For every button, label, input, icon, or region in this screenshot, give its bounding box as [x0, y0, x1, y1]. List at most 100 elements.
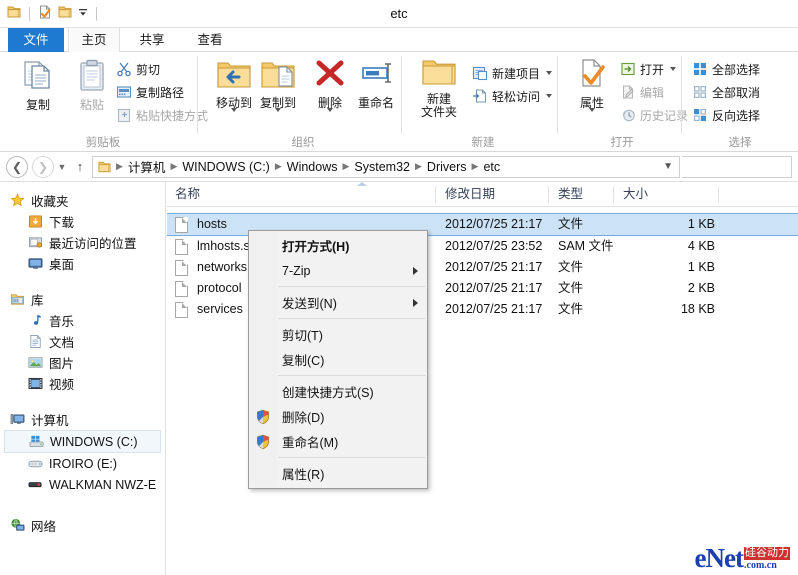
breadcrumb[interactable]: ▶ 计算机 ▶ WINDOWS (C:) ▶ Windows ▶ System3…: [92, 155, 680, 178]
ribbon-properties-button[interactable]: 属性: [566, 57, 618, 112]
back-button[interactable]: ❮: [6, 155, 28, 178]
breadcrumb-item-system32[interactable]: System32: [351, 160, 413, 174]
recent-places-icon: [28, 235, 43, 250]
search-input[interactable]: [682, 155, 792, 178]
column-separator[interactable]: [718, 186, 719, 203]
context-menu-item-create-shortcut[interactable]: 创建快捷方式(S): [249, 379, 427, 404]
chevron-down-icon[interactable]: [588, 108, 595, 112]
file-size: 1 KB: [687, 260, 715, 274]
column-header-type[interactable]: 类型: [558, 182, 583, 207]
ribbon-select-all-button[interactable]: 全部选择: [692, 58, 760, 80]
breadcrumb-item-windows[interactable]: Windows: [284, 160, 341, 174]
up-one-level-button[interactable]: ↑: [70, 159, 90, 174]
tab-share[interactable]: 共享: [124, 28, 180, 52]
forward-button[interactable]: ❯: [32, 155, 54, 178]
sidebar-item-recent-places[interactable]: 最近访问的位置: [0, 232, 165, 253]
recent-locations-dropdown-icon[interactable]: ▼: [54, 162, 70, 172]
customize-dropdown-icon[interactable]: [77, 5, 89, 22]
ribbon-group-organize-label: 组织: [291, 137, 315, 149]
breadcrumb-item-etc[interactable]: etc: [480, 160, 503, 174]
ribbon-copy-button[interactable]: 复制: [12, 57, 64, 112]
tab-view[interactable]: 查看: [184, 28, 236, 52]
ribbon-select-all-label: 全部选择: [712, 62, 761, 77]
ribbon-copy-path-label: 复制路径: [136, 85, 185, 100]
breadcrumb-item-windows-c[interactable]: WINDOWS (C:): [179, 160, 272, 174]
ribbon-new-folder-label-line1: 新建: [426, 92, 451, 106]
chevron-down-icon[interactable]: [326, 108, 333, 112]
file-type: 文件: [558, 302, 584, 316]
context-menu-item-label: 复制(C): [282, 354, 325, 368]
column-header-name[interactable]: 名称: [175, 182, 200, 207]
sidebar-item-music[interactable]: 音乐: [0, 310, 165, 331]
sidebar-item-label: 图片: [49, 357, 75, 371]
sidebar-item-favorites[interactable]: 收藏夹: [0, 190, 165, 211]
ribbon-new-item-button[interactable]: 新建项目: [472, 62, 553, 84]
ribbon-select-none-button[interactable]: 全部取消: [692, 81, 760, 103]
context-menu-item-7zip[interactable]: 7-Zip: [249, 258, 427, 283]
new-folder-icon[interactable]: [57, 4, 73, 23]
sidebar-item-documents[interactable]: 文档: [0, 331, 165, 352]
column-header-size[interactable]: 大小: [623, 182, 648, 207]
sidebar-item-libraries[interactable]: 库: [0, 289, 165, 310]
chevron-down-icon[interactable]: [230, 108, 237, 112]
breadcrumb-item-drivers[interactable]: Drivers: [424, 160, 470, 174]
qat-separator-2: [96, 6, 97, 21]
ribbon-invert-selection-button[interactable]: 反向选择: [692, 104, 760, 126]
ribbon-delete-button[interactable]: 删除: [304, 57, 356, 112]
folder-icon[interactable]: [6, 4, 22, 23]
ribbon-paste-shortcut-button[interactable]: 粘贴快捷方式: [116, 104, 208, 126]
ribbon-easy-access-button[interactable]: 轻松访问: [472, 85, 553, 107]
chevron-down-icon[interactable]: [546, 94, 553, 98]
ribbon-paste-button[interactable]: 粘贴: [66, 57, 118, 112]
ribbon-edit-button[interactable]: 编辑: [620, 81, 664, 103]
ribbon-new-folder-button[interactable]: 新建 文件夹: [412, 57, 466, 119]
ribbon-cut-button[interactable]: 剪切: [116, 58, 160, 80]
column-separator[interactable]: [613, 186, 614, 203]
ribbon-copy-path-button[interactable]: 复制路径: [116, 81, 184, 103]
sidebar-item-label: 库: [31, 294, 44, 308]
sidebar-item-pictures[interactable]: 图片: [0, 352, 165, 373]
column-separator[interactable]: [435, 186, 436, 203]
sidebar-item-windows-c[interactable]: WINDOWS (C:): [4, 430, 161, 453]
sidebar-item-iroiro-e[interactable]: IROIRO (E:): [0, 453, 165, 474]
sidebar-item-videos[interactable]: 视频: [0, 373, 165, 394]
select-all-icon: [694, 63, 706, 75]
context-menu-item-cut[interactable]: 剪切(T): [249, 322, 427, 347]
context-menu-item-properties[interactable]: 属性(R): [249, 461, 427, 486]
ribbon-copy-to-button[interactable]: 复制到: [252, 57, 304, 112]
context-menu-item-send-to[interactable]: 发送到(N): [249, 290, 427, 315]
watermark-cn-bottom: .com.cn: [744, 560, 777, 571]
ribbon-rename-button[interactable]: 重命名: [350, 57, 402, 110]
chevron-down-icon[interactable]: [670, 67, 677, 71]
context-menu-item-copy[interactable]: 复制(C): [249, 347, 427, 372]
breadcrumb-item-computer[interactable]: 计算机: [125, 157, 169, 176]
sidebar-item-downloads[interactable]: 下载: [0, 211, 165, 232]
column-separator[interactable]: [548, 186, 549, 203]
column-header-date-modified[interactable]: 修改日期: [445, 182, 495, 207]
sidebar-item-desktop[interactable]: 桌面: [0, 253, 165, 274]
qat-separator: [29, 6, 30, 21]
file-size: 1 KB: [687, 217, 715, 231]
ribbon-history-button[interactable]: 历史记录: [620, 104, 688, 126]
tab-home[interactable]: 主页: [68, 28, 120, 52]
ribbon-open-button[interactable]: 打开: [620, 58, 677, 80]
chevron-down-icon[interactable]: [546, 71, 553, 75]
sidebar-item-walkman[interactable]: WALKMAN NWZ-E: [0, 474, 165, 495]
context-menu-item-open-with[interactable]: 打开方式(H): [249, 233, 427, 258]
ribbon-copy-label: 复制: [25, 98, 50, 112]
easy-access-icon: [473, 89, 487, 103]
breadcrumb-dropdown-icon[interactable]: ▼: [663, 161, 673, 172]
ribbon-paste-label: 粘贴: [79, 98, 104, 112]
sidebar-item-computer[interactable]: 计算机: [0, 409, 165, 430]
ribbon-open-label: 打开: [640, 62, 665, 77]
sidebar-item-network[interactable]: 网络: [0, 515, 165, 536]
context-menu-item-rename[interactable]: 重命名(M): [249, 429, 427, 454]
ribbon-new-item-label: 新建项目: [492, 66, 541, 81]
properties-icon[interactable]: [37, 4, 53, 23]
context-menu-item-delete[interactable]: 删除(D): [249, 404, 427, 429]
tab-file[interactable]: 文件: [8, 28, 64, 52]
sidebar-item-label: WALKMAN NWZ-E: [49, 477, 157, 492]
chevron-down-icon[interactable]: [274, 108, 281, 112]
ribbon-group-clipboard-label: 剪贴板: [85, 137, 121, 149]
